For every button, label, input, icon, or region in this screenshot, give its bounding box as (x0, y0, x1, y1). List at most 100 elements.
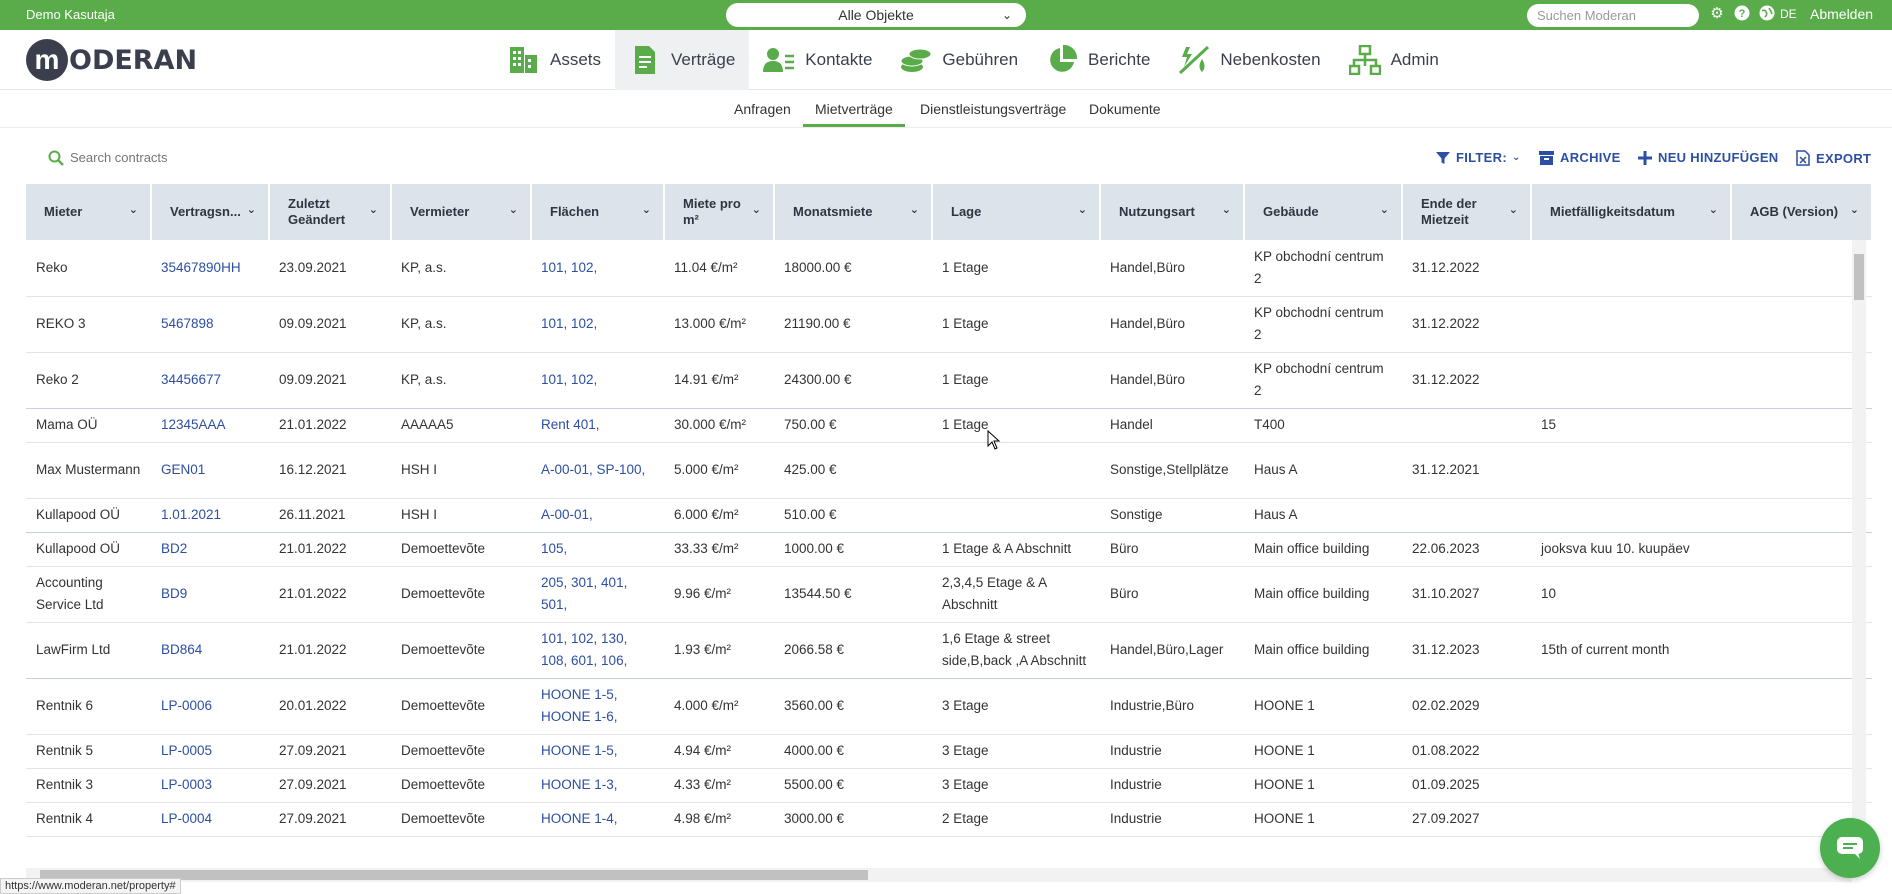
vertical-scrollbar[interactable] (1852, 240, 1866, 868)
area-link[interactable]: HOONE 1-5, HOONE 1-6, (531, 678, 664, 735)
tab-dienstleistungsvertraege[interactable]: Dienstleistungsverträge (920, 101, 1066, 117)
contracts-search-input[interactable] (70, 150, 370, 165)
contract-number-link[interactable]: LP-0004 (151, 802, 269, 837)
table-row[interactable]: Reko 2 34456677 09.09.2021 KP, a.s. 101, 102… (26, 352, 1872, 409)
contract-number-link[interactable]: 12345AAA (151, 408, 269, 443)
table-row[interactable]: Kullapood OÜ 1.01.2021 26.11.2021 HSH I A-00… (26, 498, 1872, 533)
contract-number-link[interactable]: BD864 (151, 622, 269, 679)
area-link[interactable]: 101, 102, 130, 108, 601, 106, (531, 622, 664, 679)
nav-nebenkosten[interactable]: Nebenkosten (1164, 30, 1334, 90)
export-button[interactable]: EXPORT (1796, 150, 1871, 166)
contract-number-link[interactable]: 5467898 (151, 296, 269, 353)
global-search-input[interactable]: Suchen Moderan (1527, 4, 1699, 27)
chevron-down-icon[interactable]: ⌄ (910, 202, 919, 218)
chevron-down-icon[interactable]: ⌄ (129, 202, 138, 218)
archive-button[interactable]: ARCHIVE (1539, 150, 1621, 165)
table-cell: Handel,Büro (1100, 240, 1244, 297)
tab-mietvertraege[interactable]: Mietverträge (803, 101, 905, 127)
contract-number-link[interactable]: BD9 (151, 566, 269, 623)
chevron-down-icon[interactable]: ⌄ (1709, 202, 1718, 218)
contract-number-link[interactable]: 34456677 (151, 352, 269, 409)
tab-anfragen[interactable]: Anfragen (734, 101, 791, 117)
table-row[interactable]: REKO 3 5467898 09.09.2021 KP, a.s. 101, 102,… (26, 296, 1872, 353)
scrollbar-thumb[interactable] (1854, 254, 1864, 300)
contract-number-link[interactable]: 35467890HH (151, 240, 269, 297)
chevron-down-icon[interactable]: ⌄ (1509, 202, 1518, 218)
area-link[interactable]: HOONE 1-5, (531, 734, 664, 769)
chevron-down-icon[interactable]: ⌄ (369, 202, 378, 218)
table-row[interactable]: Kullapood OÜ BD2 21.01.2022 Demoettevõte 105… (26, 532, 1872, 567)
column-header[interactable]: Nutzungsart ⌄ (1100, 184, 1245, 240)
table-row[interactable]: LawFirm Ltd BD864 21.01.2022 Demoettevõte 10… (26, 622, 1872, 679)
globe-icon[interactable] (1758, 5, 1776, 23)
table-row[interactable]: Reko 35467890HH 23.09.2021 KP, a.s. 101, 102… (26, 240, 1872, 297)
filter-button[interactable]: FILTER: ⌄ (1436, 150, 1521, 165)
area-link[interactable]: 101, 102, (531, 296, 664, 353)
column-header[interactable]: Lage ⌄ (932, 184, 1101, 240)
user-name[interactable]: Demo Kasutaja (26, 7, 115, 22)
contract-number-link[interactable]: GEN01 (151, 442, 269, 499)
column-header[interactable]: Zuletzt Geändert ⌄ (269, 184, 392, 240)
column-header[interactable]: Flächen ⌄ (531, 184, 665, 240)
chevron-down-icon[interactable]: ⌄ (642, 202, 651, 218)
area-link[interactable]: A-00-01, SP-100, (531, 442, 664, 499)
column-header[interactable]: Mieter ⌄ (26, 184, 152, 240)
logout-link[interactable]: Abmelden (1810, 6, 1873, 22)
help-icon[interactable]: ? (1733, 5, 1751, 23)
moderan-logo[interactable]: m ODERAN (26, 38, 197, 82)
add-new-button[interactable]: NEU HINZUFÜGEN (1638, 150, 1778, 165)
area-link[interactable]: HOONE 1-3, (531, 768, 664, 803)
nav-gebuehren[interactable]: Gebühren (886, 30, 1032, 90)
area-link[interactable]: A-00-01, (531, 498, 664, 533)
chevron-down-icon[interactable]: ⌄ (509, 202, 518, 218)
column-header[interactable]: Vermieter ⌄ (391, 184, 532, 240)
table-row[interactable]: Rentnik 6 LP-0006 20.01.2022 Demoettevõte HO… (26, 678, 1872, 735)
table-row[interactable]: Rentnik 3 LP-0003 27.09.2021 Demoettevõte HO… (26, 768, 1872, 803)
chevron-down-icon[interactable]: ⌄ (1850, 202, 1859, 218)
contract-number-link[interactable]: LP-0003 (151, 768, 269, 803)
contract-number-link[interactable]: LP-0006 (151, 678, 269, 735)
chat-button[interactable] (1820, 818, 1880, 878)
chevron-down-icon[interactable]: ⌄ (752, 202, 761, 218)
area-link[interactable]: 101, 102, (531, 352, 664, 409)
table-cell: 3000.00 € (774, 802, 932, 837)
column-header[interactable]: Gebäude ⌄ (1244, 184, 1403, 240)
nav-assets[interactable]: Assets (494, 30, 615, 90)
column-header[interactable]: Vertragsn... ⌄ (151, 184, 270, 240)
column-header[interactable]: Miete pro m² ⌄ (664, 184, 775, 240)
contract-number-link[interactable]: BD2 (151, 532, 269, 567)
nav-label: Kontakte (805, 50, 873, 69)
chevron-down-icon[interactable]: ⌄ (247, 202, 256, 218)
table-row[interactable]: Rentnik 5 LP-0005 27.09.2021 Demoettevõte HO… (26, 734, 1872, 769)
table-row[interactable]: Max Mustermann GEN01 16.12.2021 HSH I A-00-0… (26, 442, 1872, 499)
tab-dokumente[interactable]: Dokumente (1089, 101, 1161, 117)
column-header[interactable]: Ende der Mietzeit ⌄ (1402, 184, 1532, 240)
object-selector[interactable]: Alle Objekte ⌄ (726, 3, 1026, 27)
area-link[interactable]: HOONE 1-4, (531, 802, 664, 837)
nav-vertraege[interactable]: Verträge (615, 30, 750, 90)
contract-number-link[interactable]: LP-0005 (151, 734, 269, 769)
area-link[interactable]: Rent 401, (531, 408, 664, 443)
table-cell: 15th of current month (1531, 622, 1731, 679)
column-header[interactable]: Mietfälligkeitsdatum ⌄ (1531, 184, 1732, 240)
gear-icon[interactable]: ⚙ (1708, 5, 1726, 23)
nav-kontakte[interactable]: Kontakte (749, 30, 886, 90)
table-row[interactable]: Rentnik 4 LP-0004 27.09.2021 Demoettevõte HO… (26, 802, 1872, 837)
area-link[interactable]: 105, (531, 532, 664, 567)
chevron-down-icon[interactable]: ⌄ (1078, 202, 1087, 218)
area-link[interactable]: 101, 102, (531, 240, 664, 297)
column-header[interactable]: AGB (Version) ⌄ (1731, 184, 1872, 240)
column-header[interactable]: Monatsmiete ⌄ (774, 184, 933, 240)
horizontal-scrollbar[interactable] (26, 868, 1852, 882)
chevron-down-icon[interactable]: ⌄ (1380, 202, 1389, 218)
chevron-down-icon[interactable]: ⌄ (1222, 202, 1231, 218)
table-cell (1531, 734, 1731, 769)
table-row[interactable]: Mama OÜ 12345AAA 21.01.2022 AAAAA5 Rent 401,… (26, 408, 1872, 443)
contract-number-link[interactable]: 1.01.2021 (151, 498, 269, 533)
area-link[interactable]: 205, 301, 401, 501, (531, 566, 664, 623)
nav-admin[interactable]: Admin (1335, 30, 1453, 90)
contacts-icon (763, 44, 795, 76)
table-row[interactable]: Accounting Service Ltd BD9 21.01.2022 Demoe… (26, 566, 1872, 623)
nav-berichte[interactable]: Berichte (1032, 30, 1164, 90)
language-selector[interactable]: DE (1780, 7, 1797, 21)
